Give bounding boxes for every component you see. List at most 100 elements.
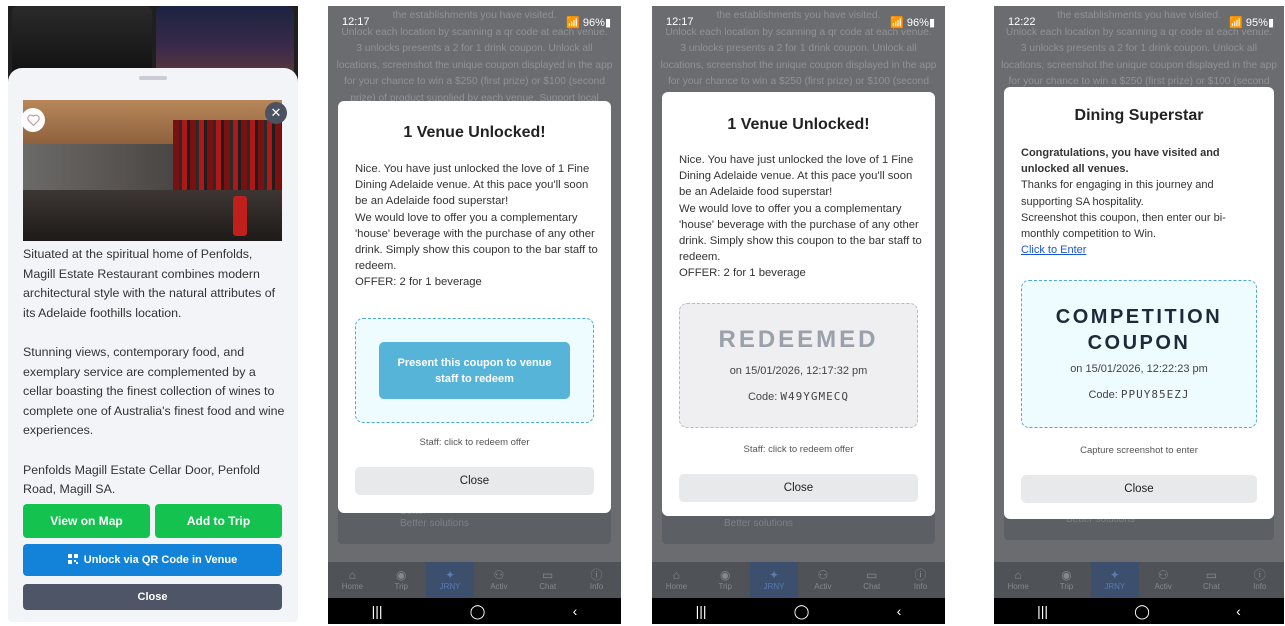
staff-redeem-hint[interactable]: Staff: click to redeem offer [338, 437, 611, 448]
system-navigation: ||| ◯ ‹ [652, 598, 945, 624]
status-bar: 12:17 📶 96%▮ [328, 16, 621, 32]
modal-body: Congratulations, you have visited and un… [1021, 145, 1261, 258]
info-icon: ⓘ [590, 568, 603, 582]
nav-jrny[interactable]: ✦ JRNY [1090, 562, 1139, 598]
nav-chat[interactable]: ▭ Chat [523, 562, 572, 598]
people-icon: ⚇ [493, 568, 505, 582]
unlock-modal: 1 Venue Unlocked! Nice. You have just un… [662, 92, 935, 516]
status-bar: 12:17 📶 96%▮ [652, 16, 945, 32]
nav-chat[interactable]: ▭ Chat [1187, 562, 1235, 598]
home-button-icon[interactable]: ◯ [470, 603, 486, 620]
nav-home[interactable]: ⌂ Home [994, 562, 1042, 598]
nav-jrny[interactable]: ✦ JRNY [425, 562, 475, 598]
close-button[interactable]: Close [23, 584, 282, 610]
modal-body: Nice. You have just unlocked the love of… [355, 163, 598, 289]
view-on-map-button[interactable]: View on Map [23, 504, 150, 538]
recent-apps-icon[interactable]: ||| [696, 603, 707, 619]
bottom-navigation: ⌂ Home ◉ Trip ✦ JRNY ⚇ Activ ▭ Chat ⓘ Info [328, 562, 621, 598]
coupon-code: Code: PPUY85EZJ [1088, 388, 1190, 401]
coupon-title-line1: COMPETITION [1055, 306, 1223, 328]
add-to-trip-button[interactable]: Add to Trip [155, 504, 282, 538]
home-icon: ⌂ [672, 568, 681, 582]
unlock-modal: 1 Venue Unlocked! Nice. You have just un… [338, 101, 611, 513]
competition-coupon: COMPETITION COUPON on 15/01/2026, 12:22:… [1021, 280, 1257, 428]
coupon-box: Present this coupon to venue staff to re… [355, 318, 594, 423]
clock: 12:17 [342, 16, 370, 28]
phone-screen: the establishments you have visited. Unl… [652, 6, 945, 624]
nav-activ[interactable]: ⚇ Activ [474, 562, 523, 598]
chat-icon: ▭ [542, 568, 554, 582]
redeemed-status: REDEEMED [718, 326, 879, 353]
venue-unlocked-screen: the establishments you have visited. Unl… [328, 6, 621, 624]
sparkle-icon: ✦ [1109, 568, 1120, 582]
close-button[interactable]: Close [679, 474, 918, 502]
nav-home[interactable]: ⌂ Home [328, 562, 377, 598]
signal-battery: 📶 96%▮ [890, 17, 935, 29]
home-icon: ⌂ [348, 568, 357, 582]
nav-trip[interactable]: ◉ Trip [1042, 562, 1090, 598]
info-icon: ⓘ [914, 568, 927, 582]
gallery-thumbnail[interactable] [12, 6, 152, 76]
close-button[interactable]: Close [1021, 475, 1257, 503]
home-icon: ⌂ [1014, 568, 1022, 582]
gallery-thumbnail[interactable] [156, 6, 294, 76]
nav-home[interactable]: ⌂ Home [652, 562, 701, 598]
nav-info[interactable]: ⓘ Info [896, 562, 945, 598]
venue-photo [23, 100, 282, 241]
dining-superstar-screen: the establishments you have visited. Unl… [994, 6, 1284, 624]
nav-info[interactable]: ⓘ Info [572, 562, 621, 598]
recent-apps-icon[interactable]: ||| [372, 603, 383, 619]
nav-activ[interactable]: ⚇ Activ [1139, 562, 1187, 598]
sparkle-icon: ✦ [769, 568, 780, 582]
unlock-qr-button[interactable]: Unlock via QR Code in Venue [23, 544, 282, 576]
phone-screen: the establishments you have visited. Unl… [994, 6, 1284, 624]
close-icon[interactable]: ✕ [265, 102, 287, 124]
back-icon[interactable]: ‹ [1236, 603, 1241, 619]
redeemed-timestamp: on 15/01/2026, 12:17:32 pm [729, 365, 868, 377]
nav-info[interactable]: ⓘ Info [1236, 562, 1284, 598]
nav-chat[interactable]: ▭ Chat [847, 562, 896, 598]
sparkle-icon: ✦ [445, 568, 456, 582]
people-icon: ⚇ [817, 568, 829, 582]
capture-screenshot-hint: Capture screenshot to enter [1080, 445, 1198, 456]
coupon-redeemed-screen: the establishments you have visited. Unl… [652, 6, 945, 624]
back-icon[interactable]: ‹ [573, 603, 578, 619]
nav-activ[interactable]: ⚇ Activ [798, 562, 847, 598]
home-button-icon[interactable]: ◯ [794, 603, 810, 620]
staff-redeem-hint[interactable]: Staff: click to redeem offer [662, 444, 935, 455]
close-button[interactable]: Close [355, 467, 594, 495]
recent-apps-icon[interactable]: ||| [1037, 603, 1048, 619]
signal-battery: 📶 95%▮ [1229, 17, 1274, 29]
phone-screen: the establishments you have visited. Unl… [328, 6, 621, 624]
redeemed-coupon: REDEEMED on 15/01/2026, 12:17:32 pm Code… [679, 303, 918, 428]
clock: 12:22 [1008, 16, 1036, 28]
bottom-navigation: ⌂ Home ◉ Trip ✦ JRNY ⚇ Activ ▭ Chat ⓘ Info [994, 562, 1284, 598]
chat-icon: ▭ [866, 568, 878, 582]
coupon-code: Code: W49YGMECQ [747, 390, 850, 403]
nav-jrny[interactable]: ✦ JRNY [749, 562, 799, 598]
present-coupon-button[interactable]: Present this coupon to venue staff to re… [379, 342, 570, 399]
sheet-drag-handle[interactable] [139, 76, 167, 80]
congratulations-text: Congratulations, you have visited and un… [1021, 147, 1220, 176]
background-card-subtitle: Better solutions [724, 518, 793, 529]
location-pin-icon: ◉ [720, 568, 731, 582]
system-navigation: ||| ◯ ‹ [328, 598, 621, 624]
location-pin-icon: ◉ [396, 568, 407, 582]
description-paragraph: Situated at the spiritual home of Penfol… [23, 247, 276, 320]
home-button-icon[interactable]: ◯ [1134, 603, 1150, 620]
description-paragraph: Stunning views, contemporary food, and e… [23, 344, 285, 438]
superstar-modal: Dining Superstar Congratulations, you ha… [1004, 87, 1274, 519]
modal-title: 1 Venue Unlocked! [403, 124, 546, 141]
unlock-qr-label: Unlock via QR Code in Venue [83, 554, 238, 566]
modal-body: Nice. You have just unlocked the love of… [679, 154, 922, 280]
nav-trip[interactable]: ◉ Trip [701, 562, 750, 598]
favorite-heart-icon[interactable] [21, 108, 45, 132]
click-to-enter-link[interactable]: Click to Enter [1021, 242, 1261, 258]
nav-trip[interactable]: ◉ Trip [377, 562, 426, 598]
clock: 12:17 [666, 16, 694, 28]
signal-battery: 📶 96%▮ [566, 17, 611, 29]
venue-detail-panel: ✕ Situated at the spiritual home of Penf… [8, 6, 298, 622]
venue-description: Situated at the spiritual home of Penfol… [23, 245, 285, 519]
coupon-timestamp: on 15/01/2026, 12:22:23 pm [1070, 363, 1208, 375]
back-icon[interactable]: ‹ [897, 603, 902, 619]
